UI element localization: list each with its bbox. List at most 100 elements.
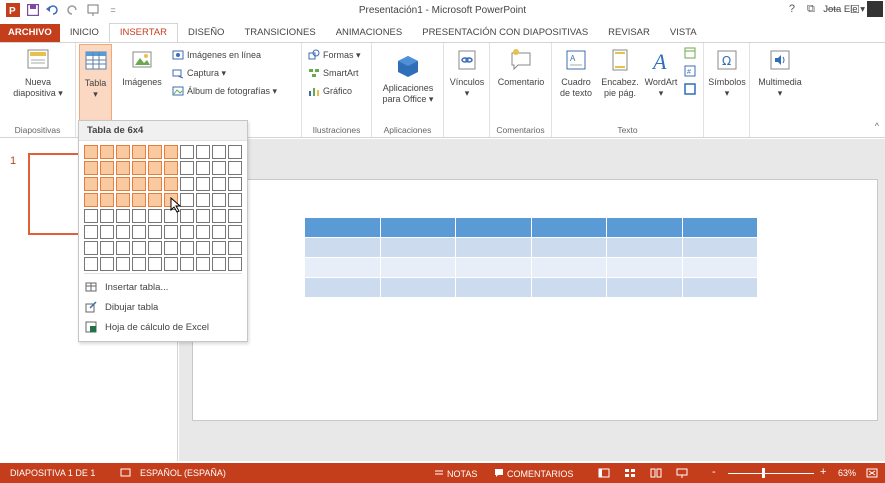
grid-cell[interactable] bbox=[132, 225, 146, 239]
online-pictures-button[interactable]: Imágenes en línea bbox=[172, 49, 261, 61]
grid-cell[interactable] bbox=[164, 241, 178, 255]
text-box-button[interactable]: A Cuadro de texto bbox=[554, 47, 598, 99]
zoom-level[interactable]: 63% bbox=[838, 468, 856, 478]
grid-cell[interactable] bbox=[196, 209, 210, 223]
grid-cell[interactable] bbox=[100, 145, 114, 159]
grid-cell[interactable] bbox=[228, 145, 242, 159]
help-button[interactable]: ? bbox=[789, 3, 795, 16]
tab-inicio[interactable]: INICIO bbox=[60, 24, 109, 42]
tab-insertar[interactable]: INSERTAR bbox=[108, 23, 179, 43]
ribbon-display-options-button[interactable]: ⧉ bbox=[807, 3, 815, 16]
grid-cell[interactable] bbox=[100, 177, 114, 191]
grid-cell[interactable] bbox=[132, 241, 146, 255]
grid-cell[interactable] bbox=[116, 209, 130, 223]
slide-count-label[interactable]: DIAPOSITIVA 1 DE 1 bbox=[10, 468, 95, 478]
zoom-slider-thumb[interactable] bbox=[762, 468, 765, 478]
grid-cell[interactable] bbox=[100, 193, 114, 207]
grid-cell[interactable] bbox=[116, 193, 130, 207]
grid-cell[interactable] bbox=[148, 241, 162, 255]
grid-cell[interactable] bbox=[180, 161, 194, 175]
object-icon[interactable] bbox=[684, 83, 696, 95]
grid-cell[interactable] bbox=[132, 257, 146, 271]
grid-cell[interactable] bbox=[116, 177, 130, 191]
grid-cell[interactable] bbox=[148, 225, 162, 239]
grid-cell[interactable] bbox=[116, 257, 130, 271]
grid-cell[interactable] bbox=[164, 161, 178, 175]
grid-cell[interactable] bbox=[132, 145, 146, 159]
grid-cell[interactable] bbox=[180, 177, 194, 191]
grid-cell[interactable] bbox=[180, 145, 194, 159]
grid-cell[interactable] bbox=[228, 209, 242, 223]
grid-cell[interactable] bbox=[180, 225, 194, 239]
grid-cell[interactable] bbox=[148, 145, 162, 159]
fit-slide-icon[interactable] bbox=[866, 468, 878, 480]
reading-view-icon[interactable] bbox=[650, 468, 662, 480]
grid-cell[interactable] bbox=[164, 225, 178, 239]
screenshot-button[interactable]: Captura ▾ bbox=[172, 67, 226, 79]
grid-cell[interactable] bbox=[212, 225, 226, 239]
grid-cell[interactable] bbox=[180, 193, 194, 207]
pictures-button[interactable]: Imágenes bbox=[120, 47, 164, 88]
grid-cell[interactable] bbox=[148, 177, 162, 191]
grid-cell[interactable] bbox=[196, 193, 210, 207]
grid-cell[interactable] bbox=[84, 145, 98, 159]
grid-cell[interactable] bbox=[84, 241, 98, 255]
links-button[interactable]: Vínculos ▾ bbox=[446, 47, 488, 99]
slide-sorter-icon[interactable] bbox=[624, 468, 636, 480]
grid-cell[interactable] bbox=[212, 161, 226, 175]
apps-for-office-button[interactable]: Aplicaciones para Office ▾ bbox=[374, 53, 442, 105]
grid-cell[interactable] bbox=[84, 257, 98, 271]
draw-table-item[interactable]: Dibujar tabla bbox=[83, 298, 243, 316]
grid-cell[interactable] bbox=[228, 241, 242, 255]
grid-cell[interactable] bbox=[148, 193, 162, 207]
new-comment-button[interactable]: Comentario bbox=[492, 47, 550, 88]
grid-cell[interactable] bbox=[180, 209, 194, 223]
grid-cell[interactable] bbox=[212, 145, 226, 159]
tab-diseno[interactable]: DISEÑO bbox=[178, 24, 234, 42]
tab-revisar[interactable]: REVISAR bbox=[598, 24, 660, 42]
grid-cell[interactable] bbox=[148, 209, 162, 223]
excel-spreadsheet-item[interactable]: Hoja de cálculo de Excel bbox=[83, 318, 243, 336]
grid-cell[interactable] bbox=[212, 257, 226, 271]
grid-cell[interactable] bbox=[212, 177, 226, 191]
grid-cell[interactable] bbox=[100, 225, 114, 239]
grid-cell[interactable] bbox=[116, 225, 130, 239]
grid-cell[interactable] bbox=[164, 177, 178, 191]
grid-cell[interactable] bbox=[212, 193, 226, 207]
grid-cell[interactable] bbox=[100, 161, 114, 175]
insert-table-item[interactable]: Insertar tabla... bbox=[83, 278, 243, 296]
grid-cell[interactable] bbox=[164, 257, 178, 271]
grid-cell[interactable] bbox=[164, 145, 178, 159]
avatar[interactable] bbox=[867, 1, 883, 17]
zoom-in-button[interactable]: + bbox=[820, 466, 826, 478]
grid-cell[interactable] bbox=[84, 177, 98, 191]
grid-cell[interactable] bbox=[116, 161, 130, 175]
date-time-icon[interactable] bbox=[684, 47, 696, 59]
grid-cell[interactable] bbox=[228, 257, 242, 271]
comments-button[interactable]: COMENTARIOS bbox=[494, 468, 573, 479]
grid-cell[interactable] bbox=[132, 193, 146, 207]
grid-cell[interactable] bbox=[196, 241, 210, 255]
zoom-slider[interactable] bbox=[728, 473, 814, 474]
grid-cell[interactable] bbox=[84, 209, 98, 223]
grid-cell[interactable] bbox=[100, 257, 114, 271]
grid-cell[interactable] bbox=[116, 241, 130, 255]
grid-cell[interactable] bbox=[196, 225, 210, 239]
notes-button[interactable]: NOTAS bbox=[434, 468, 477, 479]
zoom-out-button[interactable]: - bbox=[712, 466, 716, 478]
slide-canvas[interactable] bbox=[192, 179, 878, 421]
wordart-button[interactable]: A WordArt ▾ bbox=[642, 47, 680, 99]
photo-album-button[interactable]: Álbum de fotografías ▾ bbox=[172, 85, 277, 97]
grid-cell[interactable] bbox=[148, 257, 162, 271]
grid-cell[interactable] bbox=[212, 241, 226, 255]
slide-number-icon[interactable]: # bbox=[684, 65, 696, 77]
grid-cell[interactable] bbox=[196, 161, 210, 175]
grid-cell[interactable] bbox=[196, 177, 210, 191]
tab-presentacion[interactable]: PRESENTACIÓN CON DIAPOSITIVAS bbox=[412, 24, 598, 42]
smartart-button[interactable]: SmartArt bbox=[308, 67, 359, 79]
grid-cell[interactable] bbox=[228, 225, 242, 239]
header-footer-button[interactable]: Encabez. pie pág. bbox=[598, 47, 642, 99]
slideshow-view-icon[interactable] bbox=[676, 468, 688, 480]
spelling-icon[interactable] bbox=[120, 468, 132, 480]
grid-cell[interactable] bbox=[132, 161, 146, 175]
